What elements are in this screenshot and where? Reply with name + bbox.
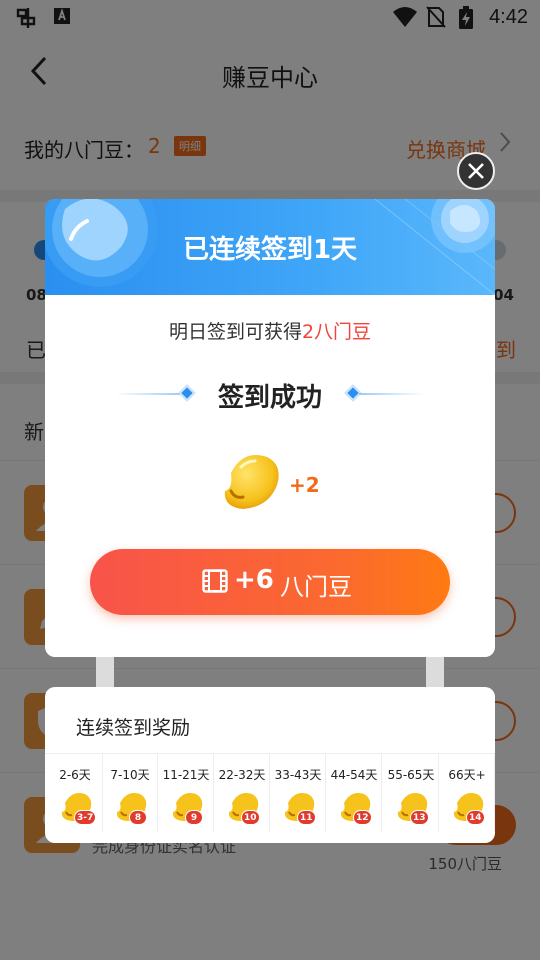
dialog-title: 已连续签到1天 [182,235,358,265]
close-icon[interactable] [457,152,495,190]
reward-days-label: 22-32天 [218,768,266,782]
card-connector [426,657,444,689]
success-heading: 签到成功 [115,375,425,415]
reward-badge: 13 [410,810,429,825]
reward-item: 11-21天 9 [158,754,214,832]
watch-video-button[interactable]: +6 八门豆 [90,549,450,615]
rewards-title: 连续签到奖励 [76,717,191,739]
checkin-success-dialog: 已连续签到1天 明日签到可获得2八门豆 签到成功 +2 +6 八门豆 [45,199,495,657]
reward-badge: 10 [241,810,260,825]
success-text: 签到成功 [217,383,322,413]
rewards-grid: 2-6天 3-7 7-10天 8 11-21天 9 22-32天 10 33-43天 11 44-5… [45,753,495,832]
reward-days-label: 55-65天 [387,768,435,782]
reward-days-label: 7-10天 [110,768,150,782]
reward-badge: 8 [129,810,147,825]
reward-item: 22-32天 10 [214,754,270,832]
reward-item: 66天+ 14 [439,754,495,832]
reward-item: 33-43天 11 [270,754,326,832]
reward-days-label: 33-43天 [274,768,322,782]
reward-badge: 11 [297,810,316,825]
reward-days-label: 2-6天 [59,768,91,782]
reward-badge: 9 [185,810,203,825]
video-reward-amount: +6 [234,565,274,595]
reward-days-label: 11-21天 [162,768,210,782]
dialog-subtitle: 明日签到可获得2八门豆 [45,317,495,344]
decor-line [359,393,425,395]
continuous-checkin-rewards: 连续签到奖励 2-6天 3-7 7-10天 8 11-21天 9 22-32天 10 33-43… [45,687,495,843]
bean-icon [224,455,279,509]
subtitle-highlight: 2八门豆 [301,321,372,343]
subtitle-prefix: 明日签到可获得 [168,321,302,343]
film-icon [202,569,228,593]
bean-gain: +2 [289,473,320,497]
reward-badge: 12 [353,810,372,825]
reward-item: 7-10天 8 [102,754,158,832]
reward-badge: 3-7 [74,810,97,825]
dialog-header: 已连续签到1天 [45,199,495,295]
video-reward-unit: 八门豆 [280,573,352,601]
reward-badge: 14 [466,810,485,825]
reward-days-label: 66天+ [448,768,486,782]
reward-item: 55-65天 13 [383,754,439,832]
card-connector [96,657,114,689]
reward-item: 44-54天 12 [326,754,382,832]
reward-days-label: 44-54天 [330,768,378,782]
reward-item: 2-6天 3-7 [47,754,103,832]
